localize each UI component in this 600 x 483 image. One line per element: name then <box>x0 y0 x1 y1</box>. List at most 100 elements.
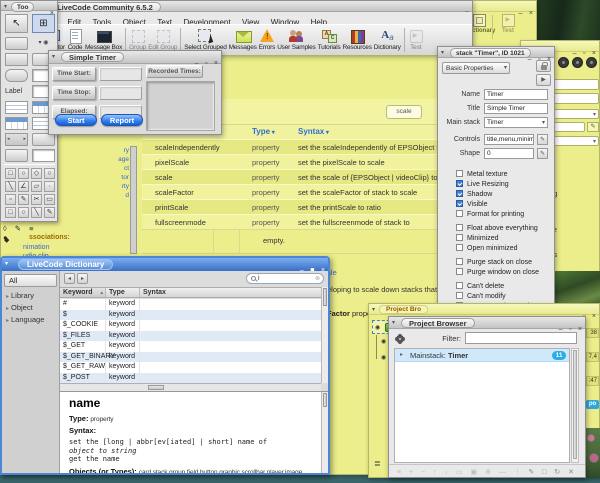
dictionary-titlebar[interactable]: LiveCode Dictionary <box>2 258 328 271</box>
lock-button[interactable] <box>536 60 551 72</box>
scrollbar-thumb[interactable] <box>323 393 327 407</box>
close-button[interactable] <box>578 325 582 335</box>
keyword-row[interactable]: #keyword <box>60 299 321 310</box>
field-prototype-tool[interactable] <box>32 149 55 162</box>
scrollbar[interactable] <box>571 348 579 463</box>
oval-frame-tool[interactable] <box>18 207 29 218</box>
maximize-button[interactable] <box>583 49 585 59</box>
fill-rect-tool[interactable] <box>44 194 55 205</box>
checkbox[interactable] <box>456 282 463 289</box>
oval-tool[interactable] <box>18 168 29 179</box>
action-button[interactable] <box>536 74 551 86</box>
back-button[interactable] <box>64 273 75 284</box>
checkbox[interactable] <box>456 268 463 275</box>
checkbox[interactable] <box>456 180 463 187</box>
toolbar-button-message-box[interactable]: Message Box <box>84 29 123 51</box>
sidebar-item-object[interactable]: Object <box>2 302 59 314</box>
toolbar-button-group[interactable]: Group <box>128 29 147 51</box>
keyword-row[interactable]: $_GET_BINARYkeyword <box>60 352 321 363</box>
checkbox[interactable] <box>456 200 463 207</box>
shade-window-button[interactable] <box>441 48 444 58</box>
shade-window-button[interactable] <box>392 318 395 328</box>
checkbox-float-above-everything[interactable]: Float above everything <box>456 217 539 227</box>
checkbox-metal-texture[interactable]: Metal texture <box>456 163 539 173</box>
toolbar-button-edit-group[interactable]: Edit Group <box>147 29 178 51</box>
eye-icon[interactable] <box>375 324 380 331</box>
shade-window-button[interactable] <box>4 2 7 12</box>
scrollbar[interactable] <box>321 392 328 473</box>
time-stop-button[interactable]: Time Stop: <box>52 86 96 100</box>
checkbox[interactable] <box>456 170 463 177</box>
toolbar-button-select-grouped[interactable]: Select Grouped <box>183 29 227 51</box>
sidebar-item-all[interactable]: All <box>4 274 57 287</box>
time-stop-field[interactable] <box>99 86 142 100</box>
toolbar-button-errors[interactable]: Errors <box>258 29 277 51</box>
disclosure-icon[interactable] <box>6 318 9 324</box>
angle-tool[interactable] <box>18 181 29 192</box>
shape-field[interactable]: 0 <box>484 148 534 159</box>
yellow-dictionary-sidebar-scrollbar[interactable] <box>130 146 137 254</box>
edit-controls-button[interactable] <box>537 134 548 145</box>
parallelogram-tool[interactable] <box>31 181 42 192</box>
sidebar-item-library[interactable]: Library <box>2 290 59 302</box>
search-input[interactable]: i <box>246 273 324 284</box>
rounded-button-prototype-tool[interactable] <box>5 69 28 82</box>
checkbox-open-minimized[interactable]: Open minimized <box>456 237 539 247</box>
column-header-syntax[interactable]: Syntax <box>140 288 321 297</box>
gear-icon[interactable] <box>395 334 405 344</box>
tools-palette-titlebar[interactable]: Too <box>1 1 57 11</box>
edit-shape-button[interactable] <box>537 148 548 159</box>
report-button[interactable]: Report <box>101 114 143 126</box>
stepper-prototype-tool[interactable] <box>5 149 28 162</box>
diamond-tool[interactable] <box>4 236 9 244</box>
column-header-keyword[interactable]: Keyword <box>60 288 106 297</box>
table-field-prototype-tool[interactable] <box>5 117 28 130</box>
shade-window-button[interactable] <box>52 52 55 62</box>
cut-tool[interactable] <box>31 194 42 205</box>
main-window-titlebar[interactable]: LiveCode Community 6.5.2 <box>37 1 472 12</box>
point-tool[interactable] <box>44 181 55 192</box>
checkbox[interactable] <box>456 190 463 197</box>
toolbar-button-test[interactable]: Test <box>407 29 425 51</box>
edit-action-icons[interactable] <box>528 468 577 476</box>
disclosure-icon[interactable] <box>6 306 9 312</box>
yellow-project-browser-titlebar[interactable]: Project Bro <box>369 304 599 315</box>
column-header-type[interactable]: Type <box>252 125 298 139</box>
checkbox[interactable] <box>456 234 463 241</box>
disclosure-icon[interactable] <box>6 294 9 300</box>
close-button[interactable] <box>592 312 596 322</box>
scrollbar-thumb[interactable] <box>573 350 577 459</box>
frame-tool[interactable] <box>5 207 16 218</box>
recorded-times-field[interactable] <box>146 81 215 131</box>
keyword-row[interactable]: $_POSTkeyword <box>60 373 321 384</box>
yellow-dictionary-search-input[interactable]: scale <box>386 105 422 119</box>
pointer-tool[interactable] <box>5 14 28 33</box>
scrollbar-thumb[interactable] <box>148 385 164 390</box>
toolbar-button-resources[interactable]: Resources <box>342 29 373 51</box>
minimize-button[interactable] <box>528 55 532 65</box>
rectangle-tool[interactable] <box>5 168 16 179</box>
start-button[interactable]: Start <box>55 114 97 126</box>
scrollbar[interactable] <box>321 287 328 383</box>
stack-inspector-titlebar[interactable]: stack "Timer", ID 1021 <box>438 47 554 58</box>
gear-icon[interactable] <box>586 57 597 68</box>
shade-window-button[interactable] <box>5 259 8 269</box>
label-prototype-tool[interactable]: Label <box>5 85 28 98</box>
plug-icon[interactable] <box>558 57 569 68</box>
checkbox-cant-delete[interactable]: Can't delete <box>456 275 539 285</box>
target-icon[interactable] <box>572 57 583 68</box>
close-button[interactable] <box>529 9 533 19</box>
keyword-row[interactable]: $_GETkeyword <box>60 341 321 352</box>
keyword-row[interactable]: $_GET_RAWkeyword <box>60 362 321 373</box>
yellow-toolbar-test-button[interactable]: Test <box>495 14 521 34</box>
list-action-icons[interactable] <box>397 468 524 476</box>
checkbox[interactable] <box>456 210 463 217</box>
checkbox-purge-window-on-close[interactable]: Purge window on close <box>456 261 539 271</box>
checkbox-live-resizing[interactable]: Live Resizing <box>456 173 539 183</box>
brush-tool[interactable] <box>44 207 55 218</box>
keyword-row[interactable]: $_FILESkeyword <box>60 331 321 342</box>
time-start-field[interactable] <box>99 67 142 81</box>
close-button[interactable] <box>214 59 218 69</box>
checkbox[interactable] <box>456 258 463 265</box>
checkbox-cant-modify[interactable]: Can't modify <box>456 285 539 295</box>
